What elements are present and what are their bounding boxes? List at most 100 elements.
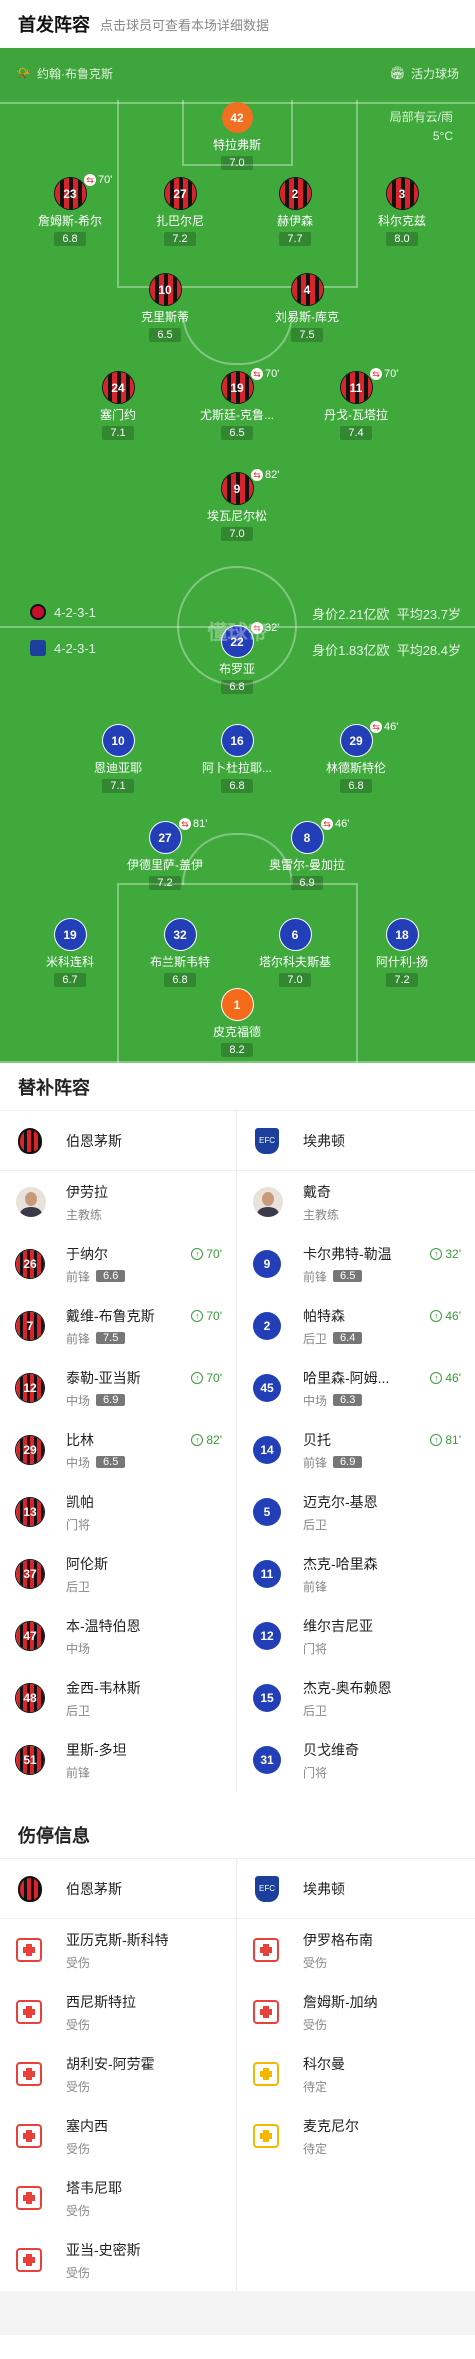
home-player[interactable]: 2 赫伊森 7.7 (245, 178, 345, 247)
sub-in-arrow-icon: ↑ (191, 1372, 204, 1384)
sub-in-arrow-icon: ↑ (430, 1248, 443, 1260)
referee-name: 约翰·布鲁克斯 (36, 66, 113, 81)
jersey-number: 2 (279, 178, 311, 209)
sub-in-minute: 46' (445, 1309, 461, 1323)
sub-player-row[interactable]: 26 于纳尔 前锋 6.6 ↑ 70' (0, 1233, 236, 1295)
injury-row[interactable]: 西尼斯特拉 受伤 (0, 1981, 236, 2043)
sub-arrow-icon: ⇆ (84, 174, 96, 186)
sub-arrow-icon: ⇆ (370, 721, 382, 733)
injury-status: 待定 (303, 2141, 328, 2156)
sub-player-row[interactable]: 48 金西-韦林斯 后卫 (0, 1667, 236, 1729)
sub-jersey-number: 9 (253, 1250, 281, 1278)
player-name: 扎巴尔尼 (155, 214, 204, 228)
sub-minute: 46' (384, 721, 399, 733)
sub-player-row[interactable]: 51 里斯-多坦 前锋 (0, 1729, 236, 1791)
injury-row[interactable]: 科尔曼 待定 (237, 2043, 475, 2105)
injuries-away-team[interactable]: EFC 埃弗顿 (237, 1859, 475, 1919)
sub-minute: 46' (335, 818, 350, 830)
sub-player-row[interactable]: 12 维尔吉尼亚 门将 (237, 1605, 475, 1667)
player-rating: 7.0 (221, 527, 253, 541)
player-rating: 7.2 (149, 876, 181, 890)
sub-player-row[interactable]: 37 阿伦斯 后卫 (0, 1543, 236, 1605)
home-player[interactable]: 10 克里斯蒂 6.5 (115, 274, 215, 343)
away-player[interactable]: 10 恩迪亚耶 7.1 (68, 725, 168, 794)
injury-row[interactable]: 亚当-史密斯 受伤 (0, 2229, 236, 2291)
home-player[interactable]: 9 ⇆ 82' 埃瓦尼尔松 7.0 (187, 469, 287, 542)
player-name: 皮克福德 (212, 1025, 261, 1039)
away-player[interactable]: 8 ⇆ 46' 奥雷尔-曼加拉 6.9 (257, 818, 357, 891)
injuries-away-column: EFC 埃弗顿 伊罗格布南 受伤 詹姆斯-加纳 受伤 科尔曼 待定 麦克尼尔 待定 (237, 1859, 475, 2291)
subs-home-column: 伯恩茅斯 伊劳拉 主教练 26 于纳尔 前锋 6.6 ↑ 70' 7 戴维-布鲁克斯 前锋 7.5 ↑… (0, 1111, 237, 1791)
coach-away-role: 主教练 (303, 1207, 340, 1222)
sub-off-indicator: ⇆ 70' (370, 368, 398, 380)
sub-player-row[interactable]: 12 泰勒-亚当斯 中场 6.9 ↑ 70' (0, 1357, 236, 1419)
sub-jersey-number: 2 (253, 1312, 281, 1340)
injury-row[interactable]: 胡利安-阿劳霍 受伤 (0, 2043, 236, 2105)
sub-player-position: 中场 (66, 1455, 91, 1470)
medical-kit-icon (16, 2124, 42, 2148)
bournemouth-logo-icon (16, 1127, 44, 1155)
injury-row[interactable]: 亚历克斯-斯科特 受伤 (0, 1919, 236, 1981)
away-player[interactable]: 19 米科连科 6.7 (20, 919, 120, 988)
injury-row[interactable]: 塞内西 受伤 (0, 2105, 236, 2167)
home-player[interactable]: 23 ⇆ 70' 詹姆斯-希尔 6.8 (20, 174, 120, 247)
home-player[interactable]: 42 特拉弗斯 7.0 (187, 102, 287, 171)
sub-player-row[interactable]: 31 贝戈维奇 门将 (237, 1729, 475, 1791)
home-player[interactable]: 11 ⇆ 70' 丹戈-瓦塔拉 7.4 (306, 368, 406, 441)
away-player[interactable]: 29 ⇆ 46' 林德斯特伦 6.8 (306, 721, 406, 794)
home-player[interactable]: 19 ⇆ 70' 尤斯廷-克鲁... 6.5 (187, 368, 287, 441)
injured-player-name: 胡利安-阿劳霍 (66, 2055, 155, 2072)
sub-jersey-number: 5 (253, 1498, 281, 1526)
sub-minute: 81' (193, 818, 208, 830)
sub-player-row[interactable]: 11 杰克-哈里森 前锋 (237, 1543, 475, 1605)
coach-avatar (253, 1187, 283, 1217)
home-player[interactable]: 3 科尔克兹 8.0 (352, 178, 452, 247)
home-player[interactable]: 4 刘易斯-库克 7.5 (257, 274, 357, 343)
injury-row[interactable]: 詹姆斯-加纳 受伤 (237, 1981, 475, 2043)
sub-in-arrow-icon: ↑ (430, 1372, 443, 1384)
sub-player-row[interactable]: 29 比林 中场 6.5 ↑ 82' (0, 1419, 236, 1481)
sub-player-row[interactable]: 2 帕特森 后卫 6.4 ↑ 46' (237, 1295, 475, 1357)
subs-away-team[interactable]: EFC 埃弗顿 (237, 1111, 475, 1171)
player-name: 詹姆斯-希尔 (38, 214, 102, 228)
sub-player-row[interactable]: 14 贝托 前锋 6.9 ↑ 81' (237, 1419, 475, 1481)
sub-player-row[interactable]: 9 卡尔弗特-勒温 前锋 6.5 ↑ 32' (237, 1233, 475, 1295)
subs-grid: 伯恩茅斯 伊劳拉 主教练 26 于纳尔 前锋 6.6 ↑ 70' 7 戴维-布鲁克斯 前锋 7.5 ↑… (0, 1111, 475, 1791)
sub-player-row[interactable]: 45 哈里森-阿姆... 中场 6.3 ↑ 46' (237, 1357, 475, 1419)
home-player[interactable]: 27 扎巴尔尼 7.2 (130, 178, 230, 247)
sub-arrow-icon: ⇆ (179, 818, 191, 830)
injured-player-name: 塔韦尼耶 (66, 2179, 122, 2196)
sub-player-row[interactable]: 7 戴维-布鲁克斯 前锋 7.5 ↑ 70' (0, 1295, 236, 1357)
sub-in-minute: 32' (445, 1247, 461, 1261)
sub-player-name: 杰克-奥布赖恩 (303, 1679, 392, 1696)
coach-home[interactable]: 伊劳拉 主教练 (0, 1171, 236, 1233)
sub-player-row[interactable]: 13 凯帕 门将 (0, 1481, 236, 1543)
coach-away[interactable]: 戴奇 主教练 (237, 1171, 475, 1233)
injury-row[interactable]: 伊罗格布南 受伤 (237, 1919, 475, 1981)
home-formation: 4-2-3-1 (30, 604, 96, 620)
injuries-title: 伤停信息 (0, 1811, 475, 1859)
away-player[interactable]: 16 阿卜杜拉耶... 6.8 (187, 725, 287, 794)
jersey-number: 1 (221, 989, 253, 1020)
home-player[interactable]: 24 塞门约 7.1 (68, 372, 168, 441)
injury-row[interactable]: 塔韦尼耶 受伤 (0, 2167, 236, 2229)
stadium: 🏟 活力球场 (390, 65, 459, 82)
subs-home-team[interactable]: 伯恩茅斯 (0, 1111, 236, 1171)
jersey-number: 32 (164, 919, 196, 950)
sub-player-row[interactable]: 47 本-温特伯恩 中场 (0, 1605, 236, 1667)
away-player[interactable]: 32 布兰斯韦特 6.8 (130, 919, 230, 988)
away-player[interactable]: 6 塔尔科夫斯基 7.0 (245, 919, 345, 988)
sub-on-indicator: ↑ 32' (430, 1247, 461, 1261)
sub-player-row[interactable]: 5 迈克尔-基恩 后卫 (237, 1481, 475, 1543)
everton-logo-icon: EFC (253, 1127, 281, 1155)
injuries-home-team[interactable]: 伯恩茅斯 (0, 1859, 236, 1919)
away-player[interactable]: 1 皮克福德 8.2 (187, 989, 287, 1058)
away-player[interactable]: 18 阿什利-扬 7.2 (352, 919, 452, 988)
sub-in-minute: 70' (206, 1371, 222, 1385)
sub-player-row[interactable]: 15 杰克-奥布赖恩 后卫 (237, 1667, 475, 1729)
sub-player-name: 卡尔弗特-勒温 (303, 1245, 392, 1262)
away-player[interactable]: 27 ⇆ 81' 伊德里萨-盖伊 7.2 (115, 818, 215, 891)
sub-on-indicator: ↑ 82' (191, 1433, 222, 1447)
injury-status: 受伤 (66, 1955, 91, 1970)
injury-row[interactable]: 麦克尼尔 待定 (237, 2105, 475, 2167)
